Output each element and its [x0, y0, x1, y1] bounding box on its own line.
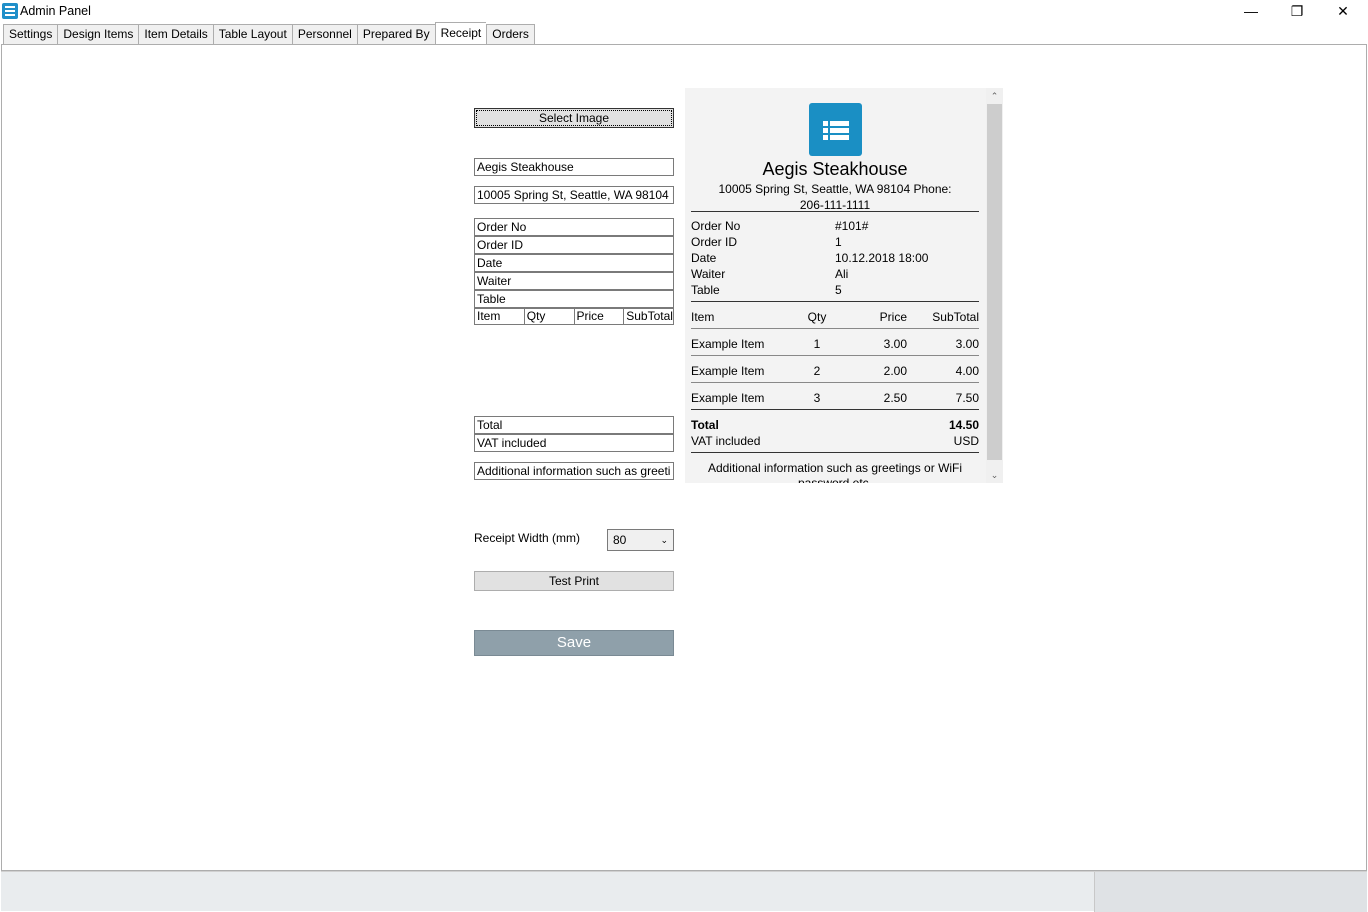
receipt-width-select[interactable]: 80 ⌄: [607, 529, 674, 551]
total-label: Total: [691, 418, 719, 432]
additional-info-input[interactable]: Additional information such as greeti: [474, 462, 674, 480]
tab-orders[interactable]: Orders: [486, 24, 535, 45]
meta-label: Order ID: [691, 235, 738, 249]
receipt-tab-page: [1, 44, 1367, 871]
table-label-input[interactable]: Table: [474, 290, 674, 308]
address-input[interactable]: 10005 Spring St, Seattle, WA 98104 P: [474, 186, 674, 204]
meta-value: 1: [835, 235, 842, 249]
scrollbar-thumb[interactable]: [987, 104, 1002, 460]
header-qty: Qty: [807, 310, 827, 324]
chevron-down-icon: ⌄: [660, 535, 668, 545]
tab-item-details[interactable]: Item Details: [138, 24, 213, 45]
row-subtotal: 3.00: [955, 337, 979, 351]
row-price: 2.00: [883, 364, 907, 378]
receipt-address: 10005 Spring St, Seattle, WA 98104 Phone…: [705, 181, 965, 213]
col-subtotal-input[interactable]: SubTotal: [624, 308, 674, 325]
tab-design-items[interactable]: Design Items: [57, 24, 139, 45]
row-qty: 1: [813, 337, 821, 351]
restore-icon: ❐: [1290, 2, 1304, 19]
meta-label: Order No: [691, 219, 741, 233]
receipt-address-line1: 10005 Spring St, Seattle, WA 98104 Phone…: [718, 182, 952, 196]
row-price: 2.50: [883, 391, 907, 405]
row-item: Example Item: [691, 337, 765, 351]
meta-label: Date: [691, 251, 717, 265]
divider: [691, 328, 979, 329]
waiter-label-input[interactable]: Waiter: [474, 272, 674, 290]
divider: [691, 211, 979, 212]
meta-value: #101#: [835, 219, 869, 233]
row-qty: 2: [813, 364, 821, 378]
header-price: Price: [879, 310, 907, 324]
receipt-width-value: 80: [613, 533, 627, 547]
app-icon: [2, 3, 18, 19]
row-subtotal: 7.50: [955, 391, 979, 405]
col-price-input[interactable]: Price: [574, 308, 625, 325]
receipt-footer: Additional information such as greetings…: [707, 461, 963, 483]
tab-personnel[interactable]: Personnel: [291, 24, 357, 45]
close-icon: ✕: [1337, 2, 1349, 19]
meta-value: 10.12.2018 18:00: [835, 251, 929, 265]
list-icon: [809, 103, 862, 156]
order-id-label-input[interactable]: Order ID: [474, 236, 674, 254]
divider: [691, 301, 979, 302]
scroll-down-icon[interactable]: ⌄: [986, 467, 1003, 483]
row-subtotal: 4.00: [955, 364, 979, 378]
restore-button[interactable]: ❐: [1274, 0, 1320, 22]
header-subtotal: SubTotal: [932, 310, 979, 324]
receipt-preview: Aegis Steakhouse 10005 Spring St, Seattl…: [685, 88, 1003, 483]
divider: [691, 409, 979, 410]
row-qty: 3: [813, 391, 821, 405]
vat-label-input[interactable]: VAT included: [474, 434, 674, 452]
tab-strip: Settings Design Items Item Details Table…: [3, 22, 535, 45]
col-qty-input[interactable]: Qty: [524, 308, 575, 325]
row-item: Example Item: [691, 364, 765, 378]
test-print-button[interactable]: Test Print: [474, 571, 674, 591]
receipt-title: Aegis Steakhouse: [762, 159, 908, 179]
divider: [691, 355, 979, 356]
close-button[interactable]: ✕: [1320, 0, 1366, 22]
receipt-width-label: Receipt Width (mm): [474, 531, 581, 545]
row-item: Example Item: [691, 391, 765, 405]
total-value: 14.50: [948, 418, 979, 432]
status-bar: [1, 871, 1367, 912]
meta-value: Ali: [835, 267, 849, 281]
meta-label: Waiter: [691, 267, 726, 281]
date-label-input[interactable]: Date: [474, 254, 674, 272]
select-image-button[interactable]: Select Image: [474, 108, 674, 128]
tab-receipt[interactable]: Receipt: [434, 22, 487, 45]
divider: [691, 452, 979, 453]
status-bar-panel: [1094, 872, 1367, 912]
header-item: Item: [691, 310, 715, 324]
meta-value: 5: [835, 283, 842, 297]
title-bar: Admin Panel — ❐ ✕: [0, 0, 1368, 22]
currency-value: USD: [953, 434, 979, 448]
save-button[interactable]: Save: [474, 630, 674, 656]
minimize-icon: —: [1244, 3, 1258, 19]
row-price: 3.00: [883, 337, 907, 351]
total-label-input[interactable]: Total: [474, 416, 674, 434]
vat-label: VAT included: [691, 434, 761, 448]
window-title: Admin Panel: [20, 4, 91, 18]
meta-label: Table: [691, 283, 720, 297]
column-header-inputs: Item Qty Price SubTotal: [474, 308, 674, 325]
scroll-up-icon[interactable]: ⌃: [986, 88, 1003, 104]
restaurant-name-input[interactable]: Aegis Steakhouse: [474, 158, 674, 176]
order-no-label-input[interactable]: Order No: [474, 218, 674, 236]
divider: [691, 382, 979, 383]
preview-scrollbar[interactable]: ⌃ ⌄: [986, 88, 1003, 483]
tab-prepared-by[interactable]: Prepared By: [356, 24, 435, 45]
tab-settings[interactable]: Settings: [3, 24, 58, 45]
tab-table-layout[interactable]: Table Layout: [212, 24, 292, 45]
minimize-button[interactable]: —: [1228, 0, 1274, 22]
col-item-input[interactable]: Item: [474, 308, 525, 325]
